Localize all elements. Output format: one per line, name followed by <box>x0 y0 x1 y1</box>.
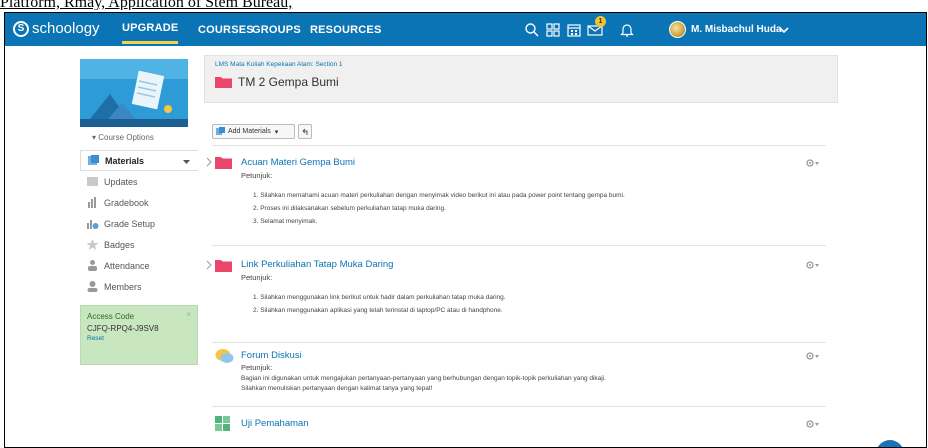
material-instruction: 1. Silahkan menggunakan link berikut unt… <box>253 294 506 301</box>
list-item-discussion: Forum Diskusi Petunjuk: Bagian ini digun… <box>205 342 826 406</box>
materials-icon <box>88 155 99 165</box>
sidebar-item-label: Attendance <box>104 260 150 271</box>
sidebar-item-label: Gradebook <box>104 197 149 208</box>
nav-courses[interactable]: COURSES <box>198 13 254 46</box>
materials-icon <box>216 127 225 135</box>
badges-icon <box>86 239 99 250</box>
puzzle-piece-icon <box>215 416 230 431</box>
apps-grid-icon[interactable] <box>544 21 562 39</box>
material-subtitle: Petunjuk: <box>241 273 273 282</box>
app-window: S schoology UPGRADE COURSES GROUPS RESOU… <box>4 12 927 448</box>
sidebar-item-label: Grade Setup <box>104 218 156 229</box>
access-code-panel: Access Code CJFQ-RPQ4-J9SV8 Reset × <box>80 305 198 365</box>
course-image <box>80 59 188 127</box>
course-illustration-icon <box>80 59 188 127</box>
schoology-logo-icon: S <box>13 20 29 37</box>
grade-setup-icon <box>87 220 99 229</box>
logo-text: schoology <box>32 20 100 37</box>
discussion-instruction: Silahkan menuliskan pertanyaan dengan ka… <box>241 385 433 392</box>
access-code-value: CJFQ-RPQ4-J9SV8 <box>87 324 159 333</box>
document-caption: Platform, Rmay, Application of Stem Bure… <box>0 0 293 10</box>
list-item-material: Link Perkuliahan Tatap Muka Daring Petun… <box>205 245 826 342</box>
material-instruction: 3. Selamat menyimak. <box>253 218 318 225</box>
access-code-reset-link[interactable]: Reset <box>87 335 191 342</box>
caret-down-icon: ▾ <box>274 128 279 136</box>
sidebar-item-grade-setup[interactable]: Grade Setup <box>80 213 198 234</box>
search-icon[interactable] <box>523 21 541 39</box>
top-navigation-bar: S schoology UPGRADE COURSES GROUPS RESOU… <box>5 13 926 46</box>
add-materials-label: Add Materials <box>228 128 271 135</box>
page-header: LMS Mata Kuliah Kepekaan Alam: Section 1… <box>204 55 838 103</box>
material-instruction: 2. Proses ini dilaksanakan sebelum perku… <box>253 205 446 212</box>
members-icon <box>87 281 98 292</box>
material-title[interactable]: Link Perkuliahan Tatap Muka Daring <box>241 259 393 270</box>
nav-resources[interactable]: RESOURCES <box>310 13 381 46</box>
notification-badge: 1 <box>595 16 606 27</box>
sidebar-item-members[interactable]: Members <box>80 276 198 297</box>
assessment-title[interactable]: Uji Pemahaman <box>241 418 309 429</box>
nav-groups[interactable]: GROUPS <box>252 13 301 46</box>
schoology-logo[interactable]: S schoology <box>13 20 100 37</box>
gear-icon[interactable] <box>805 158 820 168</box>
caret-down-icon[interactable] <box>183 158 190 165</box>
sidebar-item-label: Members <box>104 281 142 292</box>
undo-arrow-icon <box>302 128 308 135</box>
discussion-title[interactable]: Forum Diskusi <box>241 350 302 361</box>
schoology-help-button[interactable]: S <box>876 440 904 447</box>
sidebar-item-materials[interactable]: Materials <box>80 150 198 171</box>
list-item-material: Acuan Materi Gempa Bumi Petunjuk: 1. Sil… <box>205 145 826 245</box>
folder-icon <box>215 157 232 169</box>
chevron-right-icon[interactable] <box>205 260 213 270</box>
discussion-bubble-icon <box>215 349 234 363</box>
breadcrumb[interactable]: LMS Mata Kuliah Kepekaan Alam: Section 1 <box>215 61 343 68</box>
folder-icon <box>215 260 232 272</box>
gradebook-icon <box>88 197 96 208</box>
discussion-instruction: Bagian ini digunakan untuk mengajukan pe… <box>241 375 606 382</box>
user-avatar[interactable] <box>669 21 686 38</box>
access-code-title: Access Code <box>87 312 135 321</box>
nav-upgrade[interactable]: UPGRADE <box>122 14 179 44</box>
gear-icon[interactable] <box>805 419 820 429</box>
sidebar-item-label: Materials <box>105 155 145 166</box>
gear-icon[interactable] <box>805 351 820 361</box>
sidebar-item-attendance[interactable]: Attendance <box>80 255 198 276</box>
calendar-icon[interactable] <box>565 21 583 39</box>
sidebar-item-updates[interactable]: Updates <box>80 171 198 192</box>
material-instruction: 2. Silahkan menggunakan aplikasi yang te… <box>253 307 503 314</box>
reorder-button[interactable] <box>298 124 312 139</box>
course-options-link[interactable]: ▾ Course Options <box>92 133 154 142</box>
folder-icon <box>215 77 232 88</box>
add-materials-button[interactable]: Add Materials ▾ <box>212 124 295 139</box>
gear-icon[interactable] <box>805 260 820 270</box>
updates-icon <box>87 177 98 186</box>
sidebar-item-badges[interactable]: Badges <box>80 234 198 255</box>
course-options-label: Course Options <box>98 133 154 142</box>
notifications-bell-icon[interactable] <box>618 21 636 39</box>
sidebar-item-gradebook[interactable]: Gradebook <box>80 192 198 213</box>
sidebar-item-label: Updates <box>104 176 138 187</box>
attendance-icon <box>88 260 97 271</box>
chevron-down-icon[interactable] <box>777 23 791 37</box>
sidebar-item-label: Badges <box>104 239 135 250</box>
list-item-assessment: Uji Pemahaman <box>205 406 826 442</box>
course-sidebar-nav: Materials Updates Gradebook Grade Setup <box>80 150 198 297</box>
material-subtitle: Petunjuk: <box>241 171 273 180</box>
page-title: TM 2 Gempa Bumi <box>238 75 339 89</box>
close-icon[interactable]: × <box>186 310 191 319</box>
material-title[interactable]: Acuan Materi Gempa Bumi <box>241 157 355 168</box>
discussion-subtitle: Petunjuk: <box>241 363 273 372</box>
material-instruction: 1. Silahkan memahami acuan materi perkul… <box>253 192 625 199</box>
user-name[interactable]: M. Misbachul Huda <box>691 24 782 35</box>
chevron-right-icon[interactable] <box>205 157 213 167</box>
